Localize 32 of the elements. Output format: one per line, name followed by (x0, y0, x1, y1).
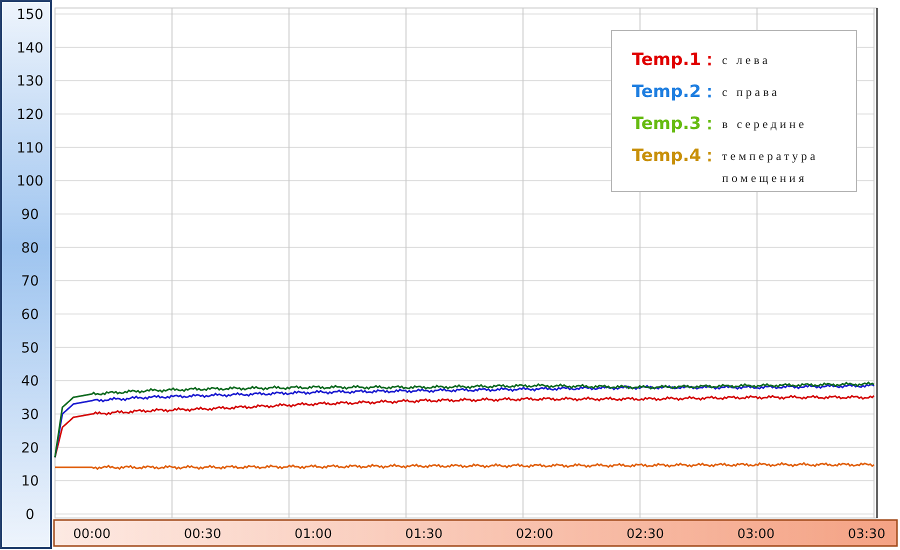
y-axis-label: 40 (21, 374, 39, 390)
legend-key: Temp.2： (632, 81, 718, 103)
y-axis-label: 30 (21, 407, 39, 423)
x-axis-label: 02:00 (516, 527, 554, 542)
legend-text: с лева (722, 52, 772, 69)
y-axis-label: 110 (16, 140, 44, 156)
legend-key: Temp.4： (632, 145, 718, 189)
y-axis-label: 60 (21, 307, 39, 323)
legend-text: в середине (722, 116, 808, 133)
y-axis-label: 0 (26, 507, 34, 523)
x-axis-label: 01:30 (405, 527, 443, 542)
x-axis-label: 03:30 (848, 527, 886, 542)
y-axis-label: 140 (16, 40, 44, 56)
x-axis-label: 00:30 (184, 527, 222, 542)
x-axis-label: 00:00 (73, 527, 111, 542)
y-axis-label: 80 (21, 240, 39, 256)
y-axis-label: 10 (21, 474, 39, 490)
y-axis-label: 130 (16, 74, 44, 90)
y-axis-label: 50 (21, 340, 39, 356)
y-axis-label: 120 (16, 107, 44, 123)
legend-text: с права (722, 84, 781, 101)
y-axis-label: 100 (16, 174, 44, 190)
legend-key: Temp.3： (632, 113, 718, 135)
y-axis-label: 150 (16, 7, 44, 23)
y-axis-label: 90 (21, 207, 39, 223)
x-axis-label: 02:30 (626, 527, 664, 542)
x-axis-label: 03:00 (737, 527, 775, 542)
y-axis-label: 70 (21, 274, 39, 290)
legend-key: Temp.1： (632, 49, 718, 71)
y-axis-label: 20 (21, 440, 39, 456)
legend-text: температура помещения (722, 148, 820, 187)
x-axis-label: 01:00 (294, 527, 332, 542)
